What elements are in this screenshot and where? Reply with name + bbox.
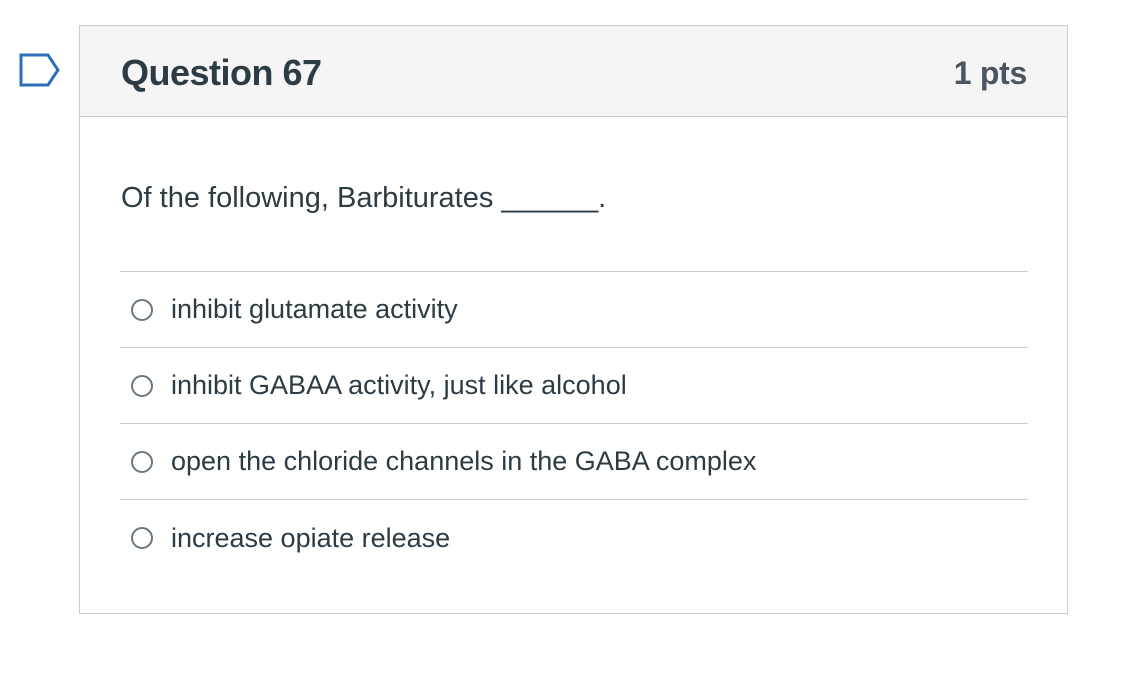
question-points: 1 pts bbox=[953, 55, 1028, 91]
answer-list: inhibit glutamate activity inhibit GABAA… bbox=[120, 271, 1028, 576]
answer-label[interactable]: increase opiate release bbox=[171, 523, 450, 554]
answer-option-4[interactable]: increase opiate release bbox=[120, 499, 1028, 576]
radio-button-icon[interactable] bbox=[131, 374, 153, 397]
question-title: Question 67 bbox=[121, 52, 322, 93]
answer-label[interactable]: open the chloride channels in the GABA c… bbox=[171, 446, 756, 477]
answer-label[interactable]: inhibit GABAA activity, just like alcoho… bbox=[171, 370, 627, 401]
radio-button-icon[interactable] bbox=[131, 298, 153, 321]
question-header: Question 67 1 pts bbox=[80, 26, 1067, 117]
answer-option-1[interactable]: inhibit glutamate activity bbox=[120, 271, 1028, 347]
flag-question-icon[interactable] bbox=[18, 52, 62, 88]
question-card: Question 67 1 pts Of the following, Barb… bbox=[79, 25, 1068, 614]
flag-outline-icon bbox=[19, 53, 60, 87]
answer-label[interactable]: inhibit glutamate activity bbox=[171, 294, 458, 325]
radio-button-icon[interactable] bbox=[131, 527, 153, 549]
answer-option-3[interactable]: open the chloride channels in the GABA c… bbox=[120, 423, 1028, 499]
radio-button-icon[interactable] bbox=[131, 450, 153, 473]
answer-option-2[interactable]: inhibit GABAA activity, just like alcoho… bbox=[120, 347, 1028, 423]
question-text: Of the following, Barbiturates ______. bbox=[121, 182, 607, 214]
